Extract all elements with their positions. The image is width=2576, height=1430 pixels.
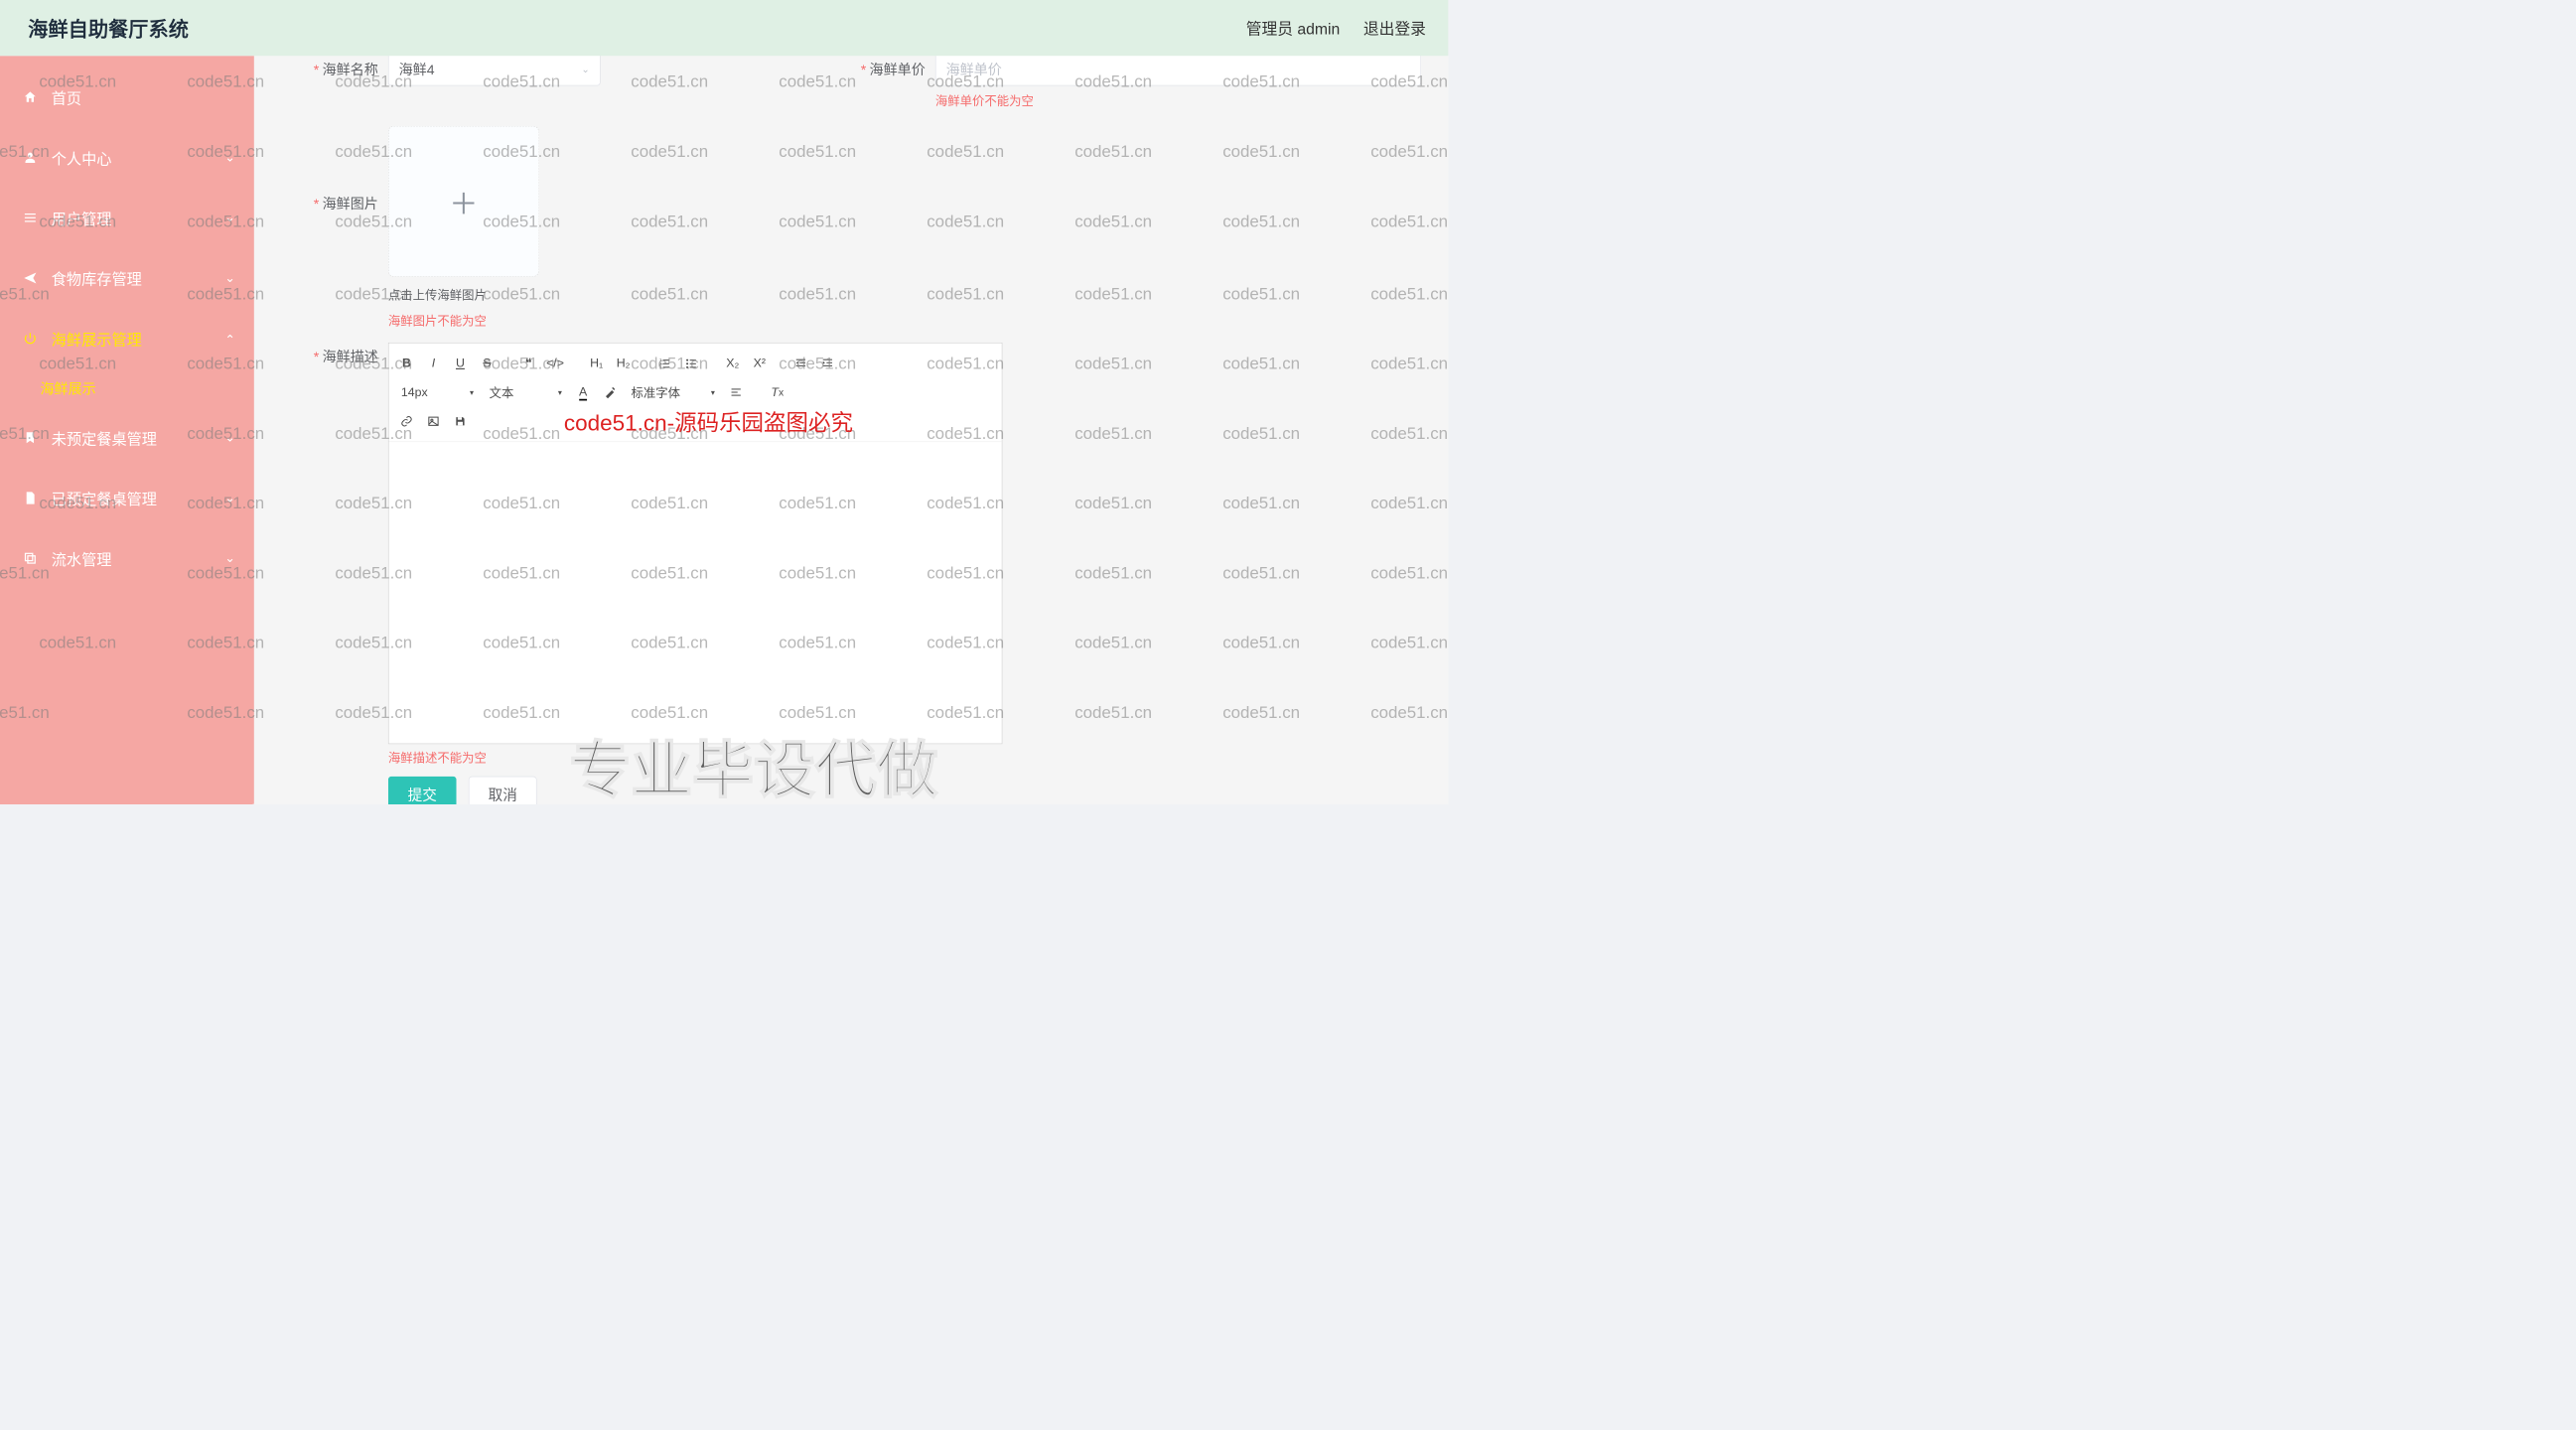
editor-content[interactable] <box>388 442 1001 744</box>
superscript-button[interactable]: X² <box>748 353 770 374</box>
bold-button[interactable]: B <box>395 353 417 374</box>
label-seafood-desc: 海鲜描述 <box>322 350 377 365</box>
h1-button[interactable]: H₁ <box>585 353 607 374</box>
sidebar-subitem-seafood-show[interactable]: 海鲜展示 <box>0 368 254 407</box>
seafood-price-error: 海鲜单价不能为空 <box>935 91 1421 109</box>
subscript-button[interactable]: X₂ <box>721 353 743 374</box>
label-seafood-name: 海鲜名称 <box>322 63 377 78</box>
chevron-down-icon: ⌄ <box>224 150 234 165</box>
rich-text-editor: B I U S ❝ </> H₁ H₂ 123 <box>388 343 1002 744</box>
svg-text:3: 3 <box>659 365 662 370</box>
send-icon <box>22 270 38 286</box>
field-seafood-desc: *海鲜描述 B I U S ❝ </> H₁ <box>288 343 1426 803</box>
sidebar-item-unbooked-tables[interactable]: 未预定餐桌管理 ⌄ <box>0 407 254 468</box>
image-error: 海鲜图片不能为空 <box>388 312 539 330</box>
sidebar-item-turnover[interactable]: 流水管理 ⌄ <box>0 528 254 589</box>
chevron-down-icon: ▾ <box>711 387 715 397</box>
sidebar-item-seafood-display[interactable]: 海鲜展示管理 ⌄ <box>0 308 254 368</box>
header-right: 管理员 admin 退出登录 <box>1246 17 1426 39</box>
sidebar-item-home[interactable]: 首页 <box>0 67 254 127</box>
chevron-down-icon: ⌄ <box>224 271 234 286</box>
sidebar-item-food-stock[interactable]: 食物库存管理 ⌄ <box>0 248 254 309</box>
underline-button[interactable]: U <box>449 353 471 374</box>
unordered-list-button[interactable] <box>680 353 702 374</box>
menu-icon <box>22 210 38 225</box>
seafood-price-placeholder: 海鲜单价 <box>945 60 1001 79</box>
sidebar-item-label: 已预定餐桌管理 <box>52 488 157 509</box>
main-content: *海鲜名称 海鲜4 ⌄ *海鲜单价 海鲜单价 海鲜单价不能为空 <box>254 56 1449 803</box>
desc-error: 海鲜描述不能为空 <box>388 749 1002 767</box>
bg-color-button[interactable] <box>599 381 621 403</box>
chevron-down-icon: ⌄ <box>224 430 234 445</box>
header-user[interactable]: 管理员 admin <box>1246 17 1340 39</box>
link-button[interactable] <box>395 410 417 432</box>
bookmark-icon <box>22 430 38 446</box>
app-title: 海鲜自助餐厅系统 <box>28 13 189 42</box>
text-style-select[interactable]: 文本▾ <box>484 381 567 403</box>
chevron-down-icon: ⌄ <box>581 64 589 75</box>
cancel-button[interactable]: 取消 <box>469 777 537 804</box>
sidebar-item-users[interactable]: 用户管理 ⌄ <box>0 188 254 248</box>
user-icon <box>22 150 38 166</box>
power-icon <box>22 331 38 347</box>
sidebar-item-label: 个人中心 <box>52 147 112 169</box>
sidebar-item-profile[interactable]: 个人中心 ⌄ <box>0 127 254 188</box>
chevron-down-icon: ⌄ <box>224 551 234 566</box>
h2-button[interactable]: H₂ <box>612 353 634 374</box>
plus-icon: ＋ <box>449 181 478 222</box>
copy-icon <box>22 550 38 566</box>
ordered-list-button[interactable]: 123 <box>653 353 675 374</box>
sidebar-item-label: 首页 <box>52 86 81 108</box>
font-size-select[interactable]: 14px▾ <box>395 381 479 403</box>
home-icon <box>22 89 38 105</box>
sidebar-item-label: 食物库存管理 <box>52 267 142 289</box>
indent-button[interactable] <box>816 353 838 374</box>
image-button[interactable] <box>422 410 444 432</box>
clear-format-button[interactable]: Tx <box>766 381 787 403</box>
field-seafood-name: *海鲜名称 海鲜4 ⌄ <box>288 56 601 85</box>
submit-button[interactable]: 提交 <box>388 777 457 804</box>
sidebar: 首页 个人中心 ⌄ 用户管理 ⌄ <box>0 56 254 803</box>
label-seafood-price: 海鲜单价 <box>869 63 925 78</box>
sidebar-item-booked-tables[interactable]: 已预定餐桌管理 ⌄ <box>0 468 254 528</box>
field-seafood-price: *海鲜单价 海鲜单价 海鲜单价不能为空 <box>834 56 1420 109</box>
chevron-down-icon: ▾ <box>558 387 562 397</box>
editor-toolbar: B I U S ❝ </> H₁ H₂ 123 <box>388 344 1001 443</box>
chevron-down-icon: ⌄ <box>224 211 234 225</box>
text-color-button[interactable]: A <box>572 381 594 403</box>
align-button[interactable] <box>725 381 747 403</box>
logout-link[interactable]: 退出登录 <box>1363 17 1426 39</box>
doc-icon <box>22 491 38 506</box>
seafood-name-select[interactable]: 海鲜4 ⌄ <box>388 56 601 85</box>
save-button[interactable] <box>449 410 471 432</box>
chevron-down-icon: ⌄ <box>224 491 234 505</box>
chevron-up-icon: ⌄ <box>224 331 234 346</box>
code-button[interactable]: </> <box>544 353 566 374</box>
image-upload-hint: 点击上传海鲜图片 <box>388 286 539 304</box>
sidebar-item-label: 用户管理 <box>52 207 112 228</box>
strike-button[interactable]: S <box>476 353 498 374</box>
header: 海鲜自助餐厅系统 管理员 admin 退出登录 <box>0 0 1448 56</box>
sidebar-item-label: 海鲜展示管理 <box>52 328 142 350</box>
label-seafood-image: 海鲜图片 <box>322 197 377 213</box>
seafood-name-value: 海鲜4 <box>398 60 434 79</box>
chevron-down-icon: ▾ <box>470 387 474 397</box>
seafood-price-input[interactable]: 海鲜单价 <box>935 56 1421 85</box>
italic-button[interactable]: I <box>422 353 444 374</box>
font-family-select[interactable]: 标准字体▾ <box>626 381 721 403</box>
image-uploader[interactable]: ＋ <box>388 126 539 277</box>
field-seafood-image: *海鲜图片 ＋ 点击上传海鲜图片 海鲜图片不能为空 <box>288 126 1426 330</box>
sidebar-item-label: 流水管理 <box>52 547 112 569</box>
blockquote-button[interactable]: ❝ <box>517 353 539 374</box>
sidebar-item-label: 未预定餐桌管理 <box>52 427 157 449</box>
outdent-button[interactable] <box>789 353 811 374</box>
